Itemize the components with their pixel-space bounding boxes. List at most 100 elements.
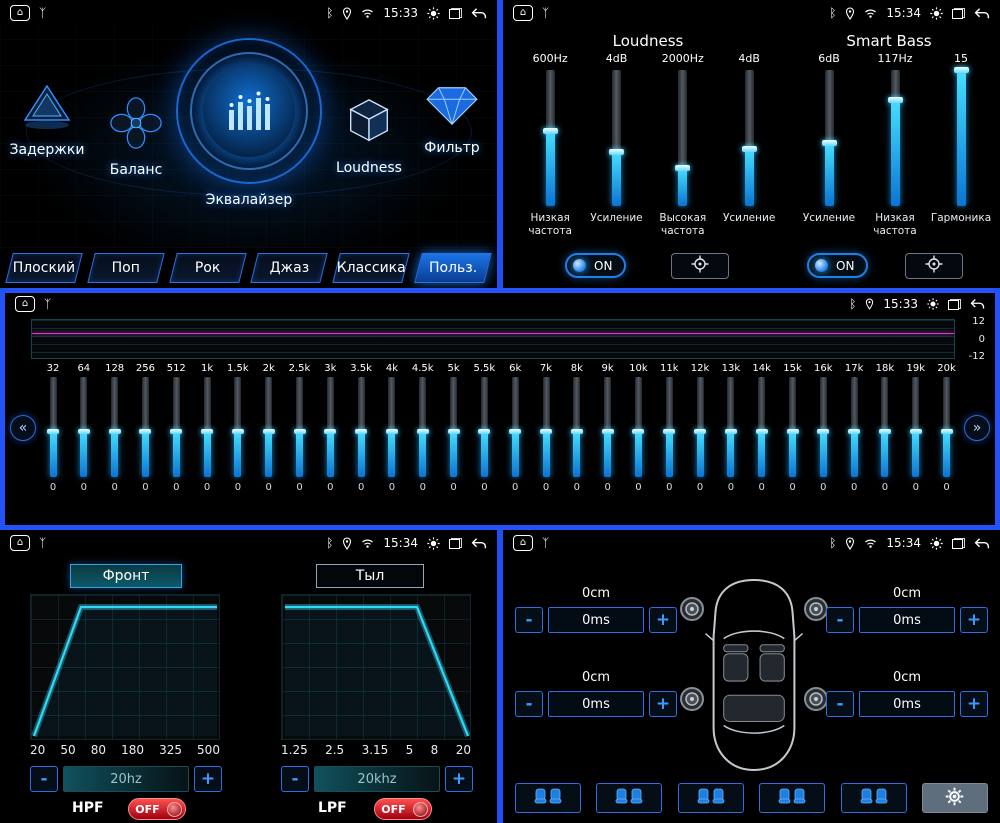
- slider-thumb[interactable]: [355, 429, 367, 434]
- position-button-front[interactable]: [678, 783, 744, 813]
- vertical-slider[interactable]: [745, 70, 754, 206]
- recent-apps-icon[interactable]: [952, 8, 965, 19]
- slider-thumb[interactable]: [417, 429, 429, 434]
- slider-thumb[interactable]: [571, 429, 583, 434]
- eq-band-slider[interactable]: [912, 377, 919, 477]
- slider-thumb[interactable]: [725, 429, 737, 434]
- slider-thumb[interactable]: [294, 429, 306, 434]
- smart-bass-reset-button[interactable]: [905, 253, 963, 279]
- brightness-icon[interactable]: [427, 7, 440, 20]
- eq-band-slider[interactable]: [419, 377, 426, 477]
- preset-tab[interactable]: Поп: [86, 251, 166, 285]
- eq-band-slider[interactable]: [604, 377, 611, 477]
- eq-band-slider[interactable]: [512, 377, 519, 477]
- slider-thumb[interactable]: [694, 429, 706, 434]
- position-button-all[interactable]: [841, 783, 907, 813]
- slider-thumb[interactable]: [448, 429, 460, 434]
- back-icon[interactable]: [974, 7, 990, 20]
- slider-thumb[interactable]: [78, 429, 90, 434]
- eq-band-slider[interactable]: [758, 377, 765, 477]
- eq-next-page-button[interactable]: »: [964, 415, 990, 441]
- slider-thumb[interactable]: [602, 429, 614, 434]
- slider-thumb[interactable]: [848, 429, 860, 434]
- position-button-passenger[interactable]: [596, 783, 662, 813]
- menu-item-equalizer[interactable]: Эквалайзер: [160, 38, 338, 208]
- plus-button[interactable]: +: [194, 766, 222, 792]
- brightness-icon[interactable]: [927, 298, 939, 310]
- eq-band-slider[interactable]: [358, 377, 365, 477]
- eq-band-slider[interactable]: [204, 377, 211, 477]
- hpf-off-toggle[interactable]: OFF: [128, 798, 186, 820]
- eq-band-slider[interactable]: [851, 377, 858, 477]
- eq-band-slider[interactable]: [388, 377, 395, 477]
- home-icon[interactable]: ⌂: [10, 535, 30, 551]
- vertical-slider[interactable]: [612, 70, 621, 206]
- minus-button[interactable]: -: [515, 691, 543, 717]
- eq-band-slider[interactable]: [173, 377, 180, 477]
- tab-rear-speakers[interactable]: Тыл: [316, 564, 424, 588]
- preset-tab[interactable]: Плоский: [4, 251, 84, 285]
- menu-item-delays[interactable]: Задержки: [4, 82, 90, 158]
- eq-band-slider[interactable]: [327, 377, 334, 477]
- slider-thumb[interactable]: [879, 429, 891, 434]
- eq-band-slider[interactable]: [727, 377, 734, 477]
- menu-item-filter[interactable]: Фильтр: [410, 82, 494, 156]
- slider-thumb[interactable]: [47, 429, 59, 434]
- plus-button[interactable]: +: [960, 607, 988, 633]
- slider-thumb[interactable]: [509, 429, 521, 434]
- lpf-off-toggle[interactable]: OFF: [374, 798, 432, 820]
- slider-thumb[interactable]: [888, 97, 903, 103]
- vertical-slider[interactable]: [678, 70, 687, 206]
- slider-thumb[interactable]: [540, 429, 552, 434]
- eq-band-slider[interactable]: [80, 377, 87, 477]
- plus-button[interactable]: +: [649, 691, 677, 717]
- recent-apps-icon[interactable]: [948, 299, 961, 310]
- eq-band-slider[interactable]: [573, 377, 580, 477]
- eq-band-slider[interactable]: [881, 377, 888, 477]
- plus-button[interactable]: +: [960, 691, 988, 717]
- slider-thumb[interactable]: [742, 146, 757, 152]
- eq-prev-page-button[interactable]: «: [10, 415, 36, 441]
- slider-thumb[interactable]: [478, 429, 490, 434]
- slider-thumb[interactable]: [910, 429, 922, 434]
- minus-button[interactable]: -: [826, 607, 854, 633]
- preset-tab[interactable]: Джаз: [249, 251, 329, 285]
- back-icon[interactable]: [471, 7, 487, 20]
- slider-thumb[interactable]: [822, 140, 837, 146]
- home-icon[interactable]: ⌂: [513, 535, 533, 551]
- eq-band-slider[interactable]: [265, 377, 272, 477]
- eq-band-slider[interactable]: [111, 377, 118, 477]
- eq-band-slider[interactable]: [450, 377, 457, 477]
- eq-band-slider[interactable]: [697, 377, 704, 477]
- back-icon[interactable]: [970, 298, 985, 310]
- recent-apps-icon[interactable]: [952, 538, 965, 549]
- vertical-slider[interactable]: [957, 70, 966, 206]
- plus-button[interactable]: +: [445, 766, 473, 792]
- minus-button[interactable]: -: [826, 691, 854, 717]
- preset-tab[interactable]: Рок: [168, 251, 248, 285]
- back-icon[interactable]: [471, 537, 487, 550]
- plus-button[interactable]: +: [649, 607, 677, 633]
- back-icon[interactable]: [974, 537, 990, 550]
- slider-thumb[interactable]: [139, 429, 151, 434]
- vertical-slider[interactable]: [546, 70, 555, 206]
- preset-tab[interactable]: Классика: [331, 251, 411, 285]
- slider-thumb[interactable]: [201, 429, 213, 434]
- loudness-reset-button[interactable]: [671, 253, 729, 279]
- position-button-rear[interactable]: [759, 783, 825, 813]
- recent-apps-icon[interactable]: [449, 8, 462, 19]
- position-button-driver[interactable]: [515, 783, 581, 813]
- slider-thumb[interactable]: [386, 429, 398, 434]
- preset-tab[interactable]: Польз.: [413, 251, 493, 285]
- slider-thumb[interactable]: [609, 149, 624, 155]
- slider-thumb[interactable]: [109, 429, 121, 434]
- smart-bass-on-toggle[interactable]: ON: [807, 253, 868, 278]
- position-custom-settings-button[interactable]: [922, 783, 988, 813]
- slider-thumb[interactable]: [675, 165, 690, 171]
- slider-thumb[interactable]: [632, 429, 644, 434]
- recent-apps-icon[interactable]: [449, 538, 462, 549]
- minus-button[interactable]: -: [30, 766, 58, 792]
- eq-band-slider[interactable]: [635, 377, 642, 477]
- eq-band-slider[interactable]: [50, 377, 57, 477]
- slider-thumb[interactable]: [756, 429, 768, 434]
